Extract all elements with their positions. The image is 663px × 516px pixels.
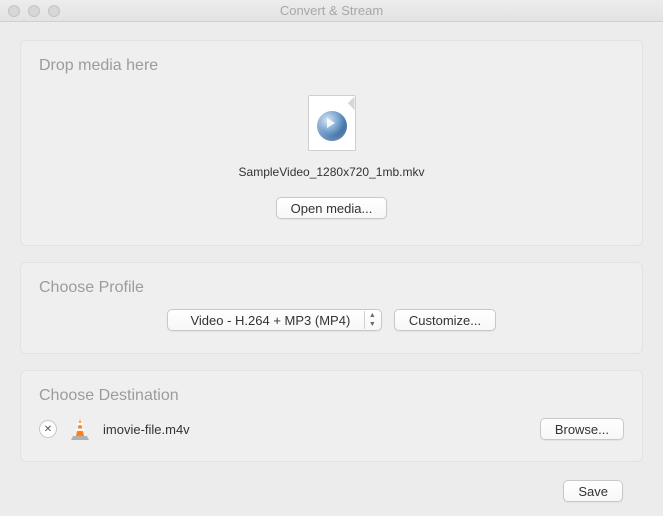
source-filename: SampleVideo_1280x720_1mb.mkv <box>239 165 425 179</box>
vlc-cone-icon <box>69 417 91 441</box>
titlebar: Convert & Stream <box>0 0 663 22</box>
destination-panel: Choose Destination ✕ imovie-file.m4v Bro… <box>20 370 643 462</box>
save-button[interactable]: Save <box>563 480 623 502</box>
zoom-window-icon[interactable] <box>48 5 60 17</box>
stepper-icon: ▲▼ <box>364 311 380 329</box>
browse-button[interactable]: Browse... <box>540 418 624 440</box>
video-glyph-icon <box>317 111 347 141</box>
customize-button[interactable]: Customize... <box>394 309 496 331</box>
profile-heading: Choose Profile <box>39 279 624 297</box>
open-media-button[interactable]: Open media... <box>276 197 388 219</box>
drop-heading: Drop media here <box>39 57 624 75</box>
drop-area[interactable]: SampleVideo_1280x720_1mb.mkv Open media.… <box>39 87 624 229</box>
profile-select[interactable]: Video - H.264 + MP3 (MP4) ▲▼ <box>167 309 382 331</box>
clear-destination-button[interactable]: ✕ <box>39 420 57 438</box>
window-controls <box>8 5 60 17</box>
close-window-icon[interactable] <box>8 5 20 17</box>
profile-selected-label: Video - H.264 + MP3 (MP4) <box>190 313 350 328</box>
destination-filename: imovie-file.m4v <box>103 422 528 437</box>
drop-panel: Drop media here SampleVideo_1280x720_1mb… <box>20 40 643 246</box>
minimize-window-icon[interactable] <box>28 5 40 17</box>
media-file-icon <box>308 95 356 151</box>
footer: Save <box>20 476 643 502</box>
destination-heading: Choose Destination <box>39 387 624 405</box>
window-title: Convert & Stream <box>0 3 663 18</box>
profile-panel: Choose Profile Video - H.264 + MP3 (MP4)… <box>20 262 643 354</box>
window-body: Drop media here SampleVideo_1280x720_1mb… <box>0 22 663 516</box>
